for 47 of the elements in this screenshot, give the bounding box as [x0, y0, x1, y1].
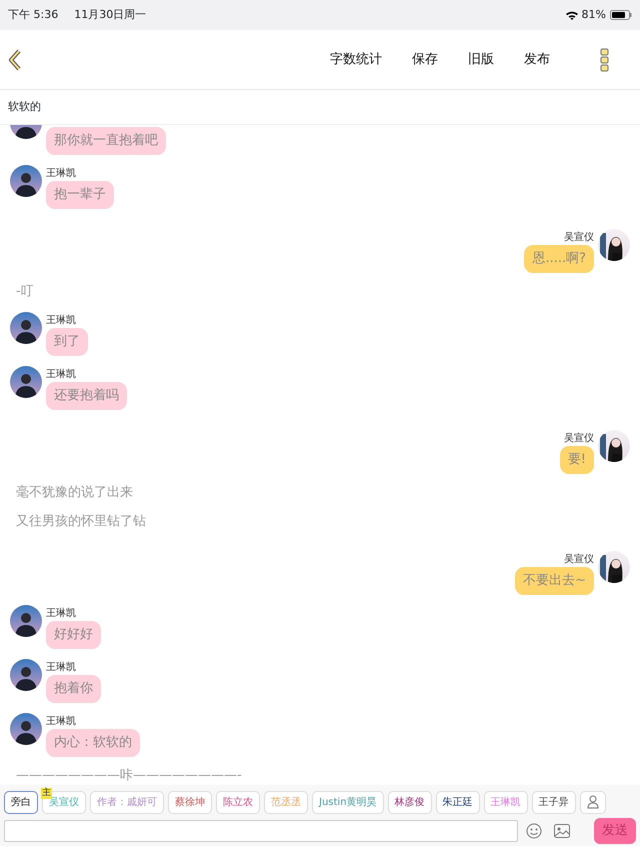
header-action[interactable]: 旧版 — [468, 50, 494, 70]
narration-text: 又往男孩的怀里钻了钻 — [16, 514, 146, 529]
speaker-name: 吴宣仪 — [564, 553, 594, 567]
scene-divider: ————————咔————————- — [16, 768, 242, 783]
chat-bubble: 恩.....啊? — [524, 245, 594, 273]
main-badge: 主 — [41, 788, 52, 799]
speaker-name: 吴宣仪 — [564, 231, 594, 245]
speaker-name: 王琳凯 — [46, 314, 76, 328]
speaker-name: 王琳凯 — [46, 715, 76, 729]
battery-icon — [610, 10, 632, 20]
back-icon[interactable] — [8, 48, 22, 70]
chat-bubble: 内心：软软的 — [46, 729, 140, 757]
narration-text: 毫不犹豫的说了出来 — [16, 485, 133, 500]
chat-bubble: 要! — [560, 446, 594, 474]
chapter-title: 软软的 — [8, 98, 41, 115]
status-date: 11月30日周一 — [74, 6, 146, 23]
more-icon[interactable] — [600, 48, 610, 72]
person-icon — [586, 795, 599, 810]
speaker-name: 王琳凯 — [46, 607, 76, 621]
speaker-name: 王琳凯 — [46, 368, 76, 382]
header-action[interactable]: 发布 — [524, 50, 550, 70]
chat-bubble: 抱着你 — [46, 675, 101, 703]
image-icon[interactable] — [554, 824, 570, 838]
chat-bubble: 到了 — [46, 328, 88, 356]
add-role-button[interactable] — [580, 791, 606, 814]
speaker-name: 王琳凯 — [46, 167, 76, 181]
role-chip[interactable]: 林彦俊 — [388, 791, 432, 814]
chat-bubble: 还要抱着吗 — [46, 382, 127, 410]
header-action[interactable]: 保存 — [412, 50, 438, 70]
role-chip[interactable]: 蔡徐坤 — [168, 791, 212, 814]
emoji-icon[interactable] — [526, 822, 542, 839]
role-chip[interactable]: 陈立农 — [216, 791, 260, 814]
chat-bubble: 那你就一直抱着吧 — [46, 127, 166, 155]
role-chip[interactable]: 朱正廷 — [436, 791, 480, 814]
chat-bubble: 不要出去~ — [515, 567, 594, 595]
message-input[interactable] — [4, 820, 518, 842]
header-action[interactable]: 字数统计 — [330, 50, 382, 70]
wifi-icon — [566, 10, 578, 20]
chat-bubble: 抱一辈子 — [46, 181, 114, 209]
chat-bubble: 好好好 — [46, 621, 101, 649]
status-time: 下午 5:36 — [8, 6, 58, 23]
role-chip[interactable]: 旁白 — [4, 791, 38, 814]
battery-level: 81% — [582, 6, 606, 23]
role-chip[interactable]: 王子异 — [532, 791, 576, 814]
speaker-name: 吴宣仪 — [564, 432, 594, 446]
narration-text: -叮 — [16, 284, 34, 299]
speaker-name: 王琳凯 — [46, 661, 76, 675]
